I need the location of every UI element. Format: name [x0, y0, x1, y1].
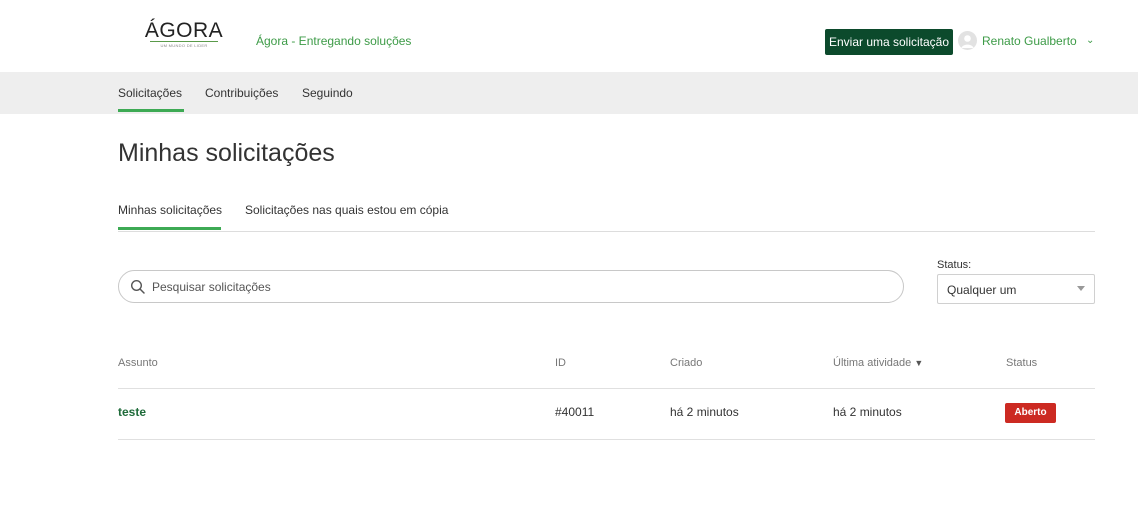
logo-underline — [150, 41, 218, 42]
tab-cc-requests[interactable]: Solicitações nas quais estou em cópia — [245, 202, 448, 218]
tab-divider — [118, 231, 1095, 232]
subnav-active-indicator — [118, 109, 184, 112]
table-divider — [118, 439, 1095, 440]
column-header-last-activity[interactable]: Última atividade ▼ — [833, 356, 923, 370]
search-input[interactable] — [152, 279, 852, 295]
request-subject-link[interactable]: teste — [118, 405, 146, 420]
select-arrow-icon — [1077, 286, 1085, 291]
status-filter-label: Status: — [937, 259, 972, 271]
table-divider — [118, 388, 1095, 389]
column-header-status[interactable]: Status — [1006, 356, 1037, 370]
search-box[interactable] — [118, 270, 904, 303]
request-id: #40011 — [555, 405, 595, 419]
column-header-created[interactable]: Criado — [670, 356, 702, 370]
tab-my-requests[interactable]: Minhas solicitações — [118, 202, 222, 218]
logo-tagline: UM MUNDO DE LIDER — [160, 43, 208, 48]
submit-request-button[interactable]: Enviar uma solicitação — [825, 29, 953, 55]
user-avatar-icon[interactable] — [958, 31, 977, 50]
subnav-item-contribuicoes[interactable]: Contribuições — [205, 85, 278, 101]
logo-wordmark: ÁGORA — [144, 19, 224, 42]
status-filter-select[interactable]: Qualquer um — [937, 274, 1095, 304]
search-icon — [130, 279, 145, 294]
page-title: Minhas solicitações — [118, 139, 335, 167]
tab-active-indicator — [118, 227, 221, 230]
sub-navigation: Solicitações Contribuições Seguindo — [0, 72, 1138, 114]
user-menu-name[interactable]: Renato Gualberto — [982, 33, 1077, 49]
agora-logo[interactable]: ÁGORA UM MUNDO DE LIDER — [144, 19, 224, 49]
subnav-item-solicitacoes[interactable]: Solicitações — [118, 85, 182, 101]
help-center-home-link[interactable]: Ágora - Entregando soluções — [256, 33, 411, 49]
sort-desc-icon: ▼ — [914, 358, 924, 368]
top-header: ÁGORA UM MUNDO DE LIDER Ágora - Entregan… — [0, 0, 1138, 72]
column-header-last-activity-label: Última atividade — [833, 357, 912, 369]
subnav-item-seguindo[interactable]: Seguindo — [302, 85, 353, 101]
column-header-id[interactable]: ID — [555, 356, 566, 370]
status-filter-value: Qualquer um — [947, 283, 1017, 297]
request-created: há 2 minutos — [670, 405, 739, 419]
column-header-subject[interactable]: Assunto — [118, 356, 158, 370]
chevron-down-icon[interactable]: ⌄ — [1086, 34, 1094, 48]
status-badge: Aberto — [1005, 403, 1056, 423]
request-last-activity: há 2 minutos — [833, 405, 902, 419]
